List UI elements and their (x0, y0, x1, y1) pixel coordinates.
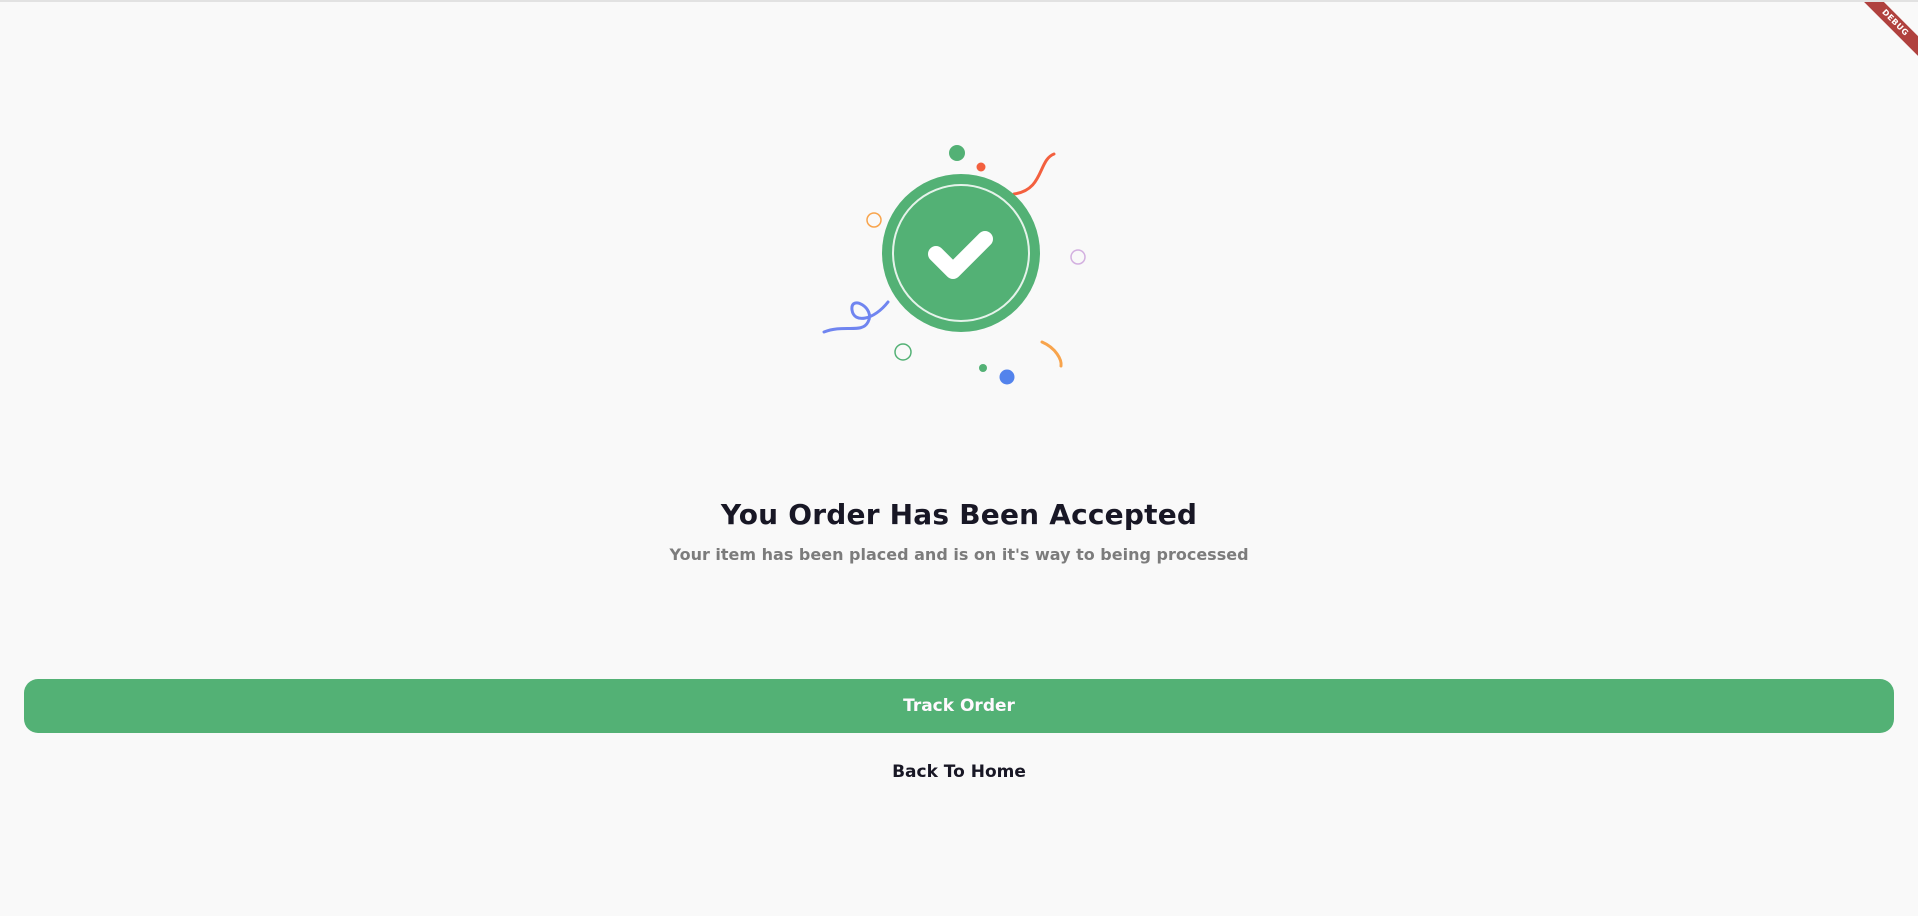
confetti-streamer-icon (1012, 152, 1056, 196)
confetti-ring-icon (866, 212, 882, 228)
confetti-streamer-icon (822, 300, 890, 334)
confetti-ring-icon (1070, 249, 1086, 265)
page-subtitle: Your item has been placed and is on it's… (669, 545, 1249, 564)
debug-banner-label: DEBUG (1858, 2, 1918, 60)
track-order-button[interactable]: Track Order (24, 679, 1894, 733)
success-badge-graphic (822, 145, 1086, 385)
order-success-illustration (810, 138, 1110, 398)
page-title: You Order Has Been Accepted (720, 498, 1198, 531)
track-order-label: Track Order (903, 696, 1015, 716)
confetti-dot-icon (976, 162, 986, 172)
order-accepted-screen: DEBUG You Order Has Been Accepted Your i… (0, 0, 1918, 916)
confetti-dot-icon (949, 145, 965, 161)
confetti-dot-icon (979, 364, 987, 372)
confetti-streamer-icon (1040, 340, 1063, 368)
confetti-dot-icon (999, 369, 1015, 385)
debug-banner: DEBUG (1858, 2, 1918, 62)
confetti-ring-icon (894, 343, 912, 361)
back-to-home-button[interactable]: Back To Home (859, 758, 1059, 786)
back-to-home-label: Back To Home (892, 762, 1026, 782)
